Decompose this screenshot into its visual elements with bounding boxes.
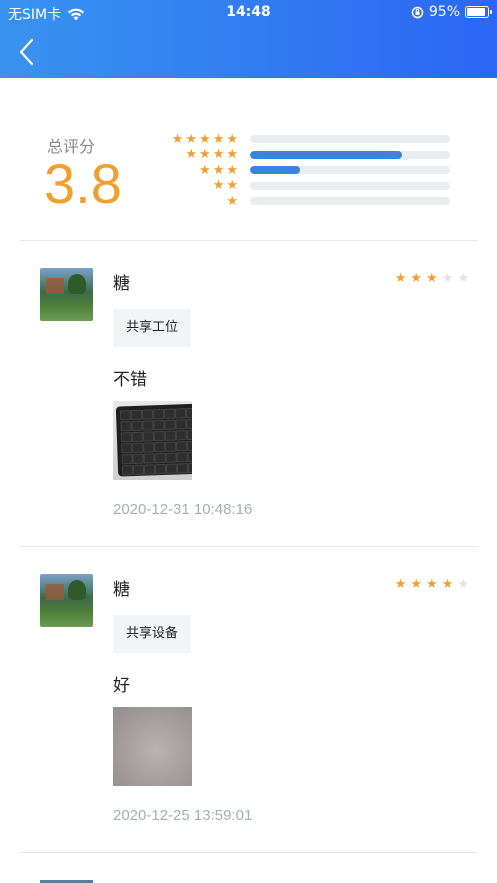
- star-icon: ★: [212, 131, 225, 147]
- star-group: ★ ★ ★ ★ ★: [150, 132, 238, 147]
- star-icon: ★: [226, 178, 238, 193]
- distribution-bar: [250, 197, 450, 205]
- right-status: 95%: [411, 4, 492, 20]
- review-comment: 好: [113, 676, 130, 696]
- distribution-row: ★: [150, 194, 460, 209]
- review-rating: ★ ★ ★ ★ ★: [395, 577, 469, 592]
- star-icon: ★: [457, 271, 469, 286]
- star-icon: ★: [394, 577, 407, 592]
- divider: [20, 852, 478, 853]
- star-icon: ★: [457, 577, 469, 592]
- distribution-bar: [250, 150, 450, 159]
- distribution-bar-fill: [250, 166, 300, 174]
- star-icon: ★: [226, 147, 238, 162]
- star-icon: ★: [199, 162, 211, 178]
- star-group: ★ ★ ★: [150, 163, 238, 178]
- review-comment: 不错: [113, 370, 147, 390]
- review-tag[interactable]: 共享设备: [113, 615, 192, 653]
- star-icon: ★: [171, 131, 184, 147]
- avatar[interactable]: [40, 574, 93, 627]
- distribution-row: ★ ★ ★: [150, 163, 460, 178]
- star-icon: ★: [212, 162, 225, 178]
- star-icon: ★: [212, 147, 225, 162]
- star-group: ★ ★: [150, 178, 238, 193]
- back-button[interactable]: [10, 36, 42, 68]
- total-score-value: 3.8: [44, 152, 122, 215]
- star-icon: ★: [226, 131, 238, 147]
- distribution-row: ★ ★ ★ ★ ★: [150, 132, 460, 147]
- distribution-bar: [250, 135, 450, 143]
- star-icon: ★: [410, 271, 423, 286]
- review-time: 2020-12-31 10:48:16: [113, 501, 253, 518]
- distribution-row: ★ ★ ★ ★: [150, 147, 460, 162]
- review-tag[interactable]: 共享工位: [113, 309, 192, 347]
- avatar[interactable]: [40, 268, 93, 321]
- star-icon: ★: [199, 147, 211, 162]
- star-group: ★ ★ ★ ★: [150, 147, 238, 162]
- star-icon: ★: [441, 577, 454, 592]
- distribution-row: ★ ★: [150, 178, 460, 193]
- star-icon: ★: [226, 162, 238, 178]
- header-bar: 无SIM卡 14:48 95%: [0, 0, 497, 78]
- review-card: 糖 ★ ★ ★ ★ ★ 共享工位 不错 2020-12-31 10:48:16: [0, 241, 497, 546]
- star-icon: ★: [226, 193, 238, 209]
- star-icon: ★: [185, 147, 198, 162]
- review-rating: ★ ★ ★ ★ ★: [395, 271, 469, 286]
- battery-fill: [467, 8, 486, 16]
- keyboard-photo[interactable]: [113, 401, 192, 480]
- star-icon: ★: [426, 577, 438, 592]
- battery-icon: [465, 6, 492, 18]
- blurred-photo[interactable]: [113, 707, 192, 786]
- chevron-left-icon: [19, 38, 34, 66]
- review-card: 糖 ★ ★ ★ ★ ★ 共享设备 好 2020-12-25 13:59:01: [0, 547, 497, 852]
- review-time: 2020-12-25 13:59:01: [113, 807, 253, 824]
- battery-percent: 95%: [428, 4, 460, 20]
- star-icon: ★: [410, 577, 423, 592]
- reviewer-name: 糖: [113, 580, 130, 600]
- star-icon: ★: [199, 131, 211, 147]
- status-bar: 无SIM卡 14:48 95%: [0, 0, 497, 26]
- rating-summary: 总评分 3.8 ★ ★ ★ ★ ★ ★ ★ ★ ★ ★ ★ ★ ★ ★ ★: [0, 78, 497, 241]
- distribution-bar-fill: [250, 150, 402, 159]
- distribution-bar: [250, 181, 450, 190]
- star-icon: ★: [441, 271, 454, 286]
- star-group: ★: [150, 194, 238, 209]
- star-icon: ★: [185, 131, 198, 147]
- star-icon: ★: [394, 271, 407, 286]
- distribution-bar: [250, 166, 450, 174]
- orientation-lock-icon: [411, 6, 424, 18]
- star-icon: ★: [212, 178, 225, 193]
- reviewer-name: 糖: [113, 274, 130, 294]
- star-icon: ★: [426, 271, 438, 286]
